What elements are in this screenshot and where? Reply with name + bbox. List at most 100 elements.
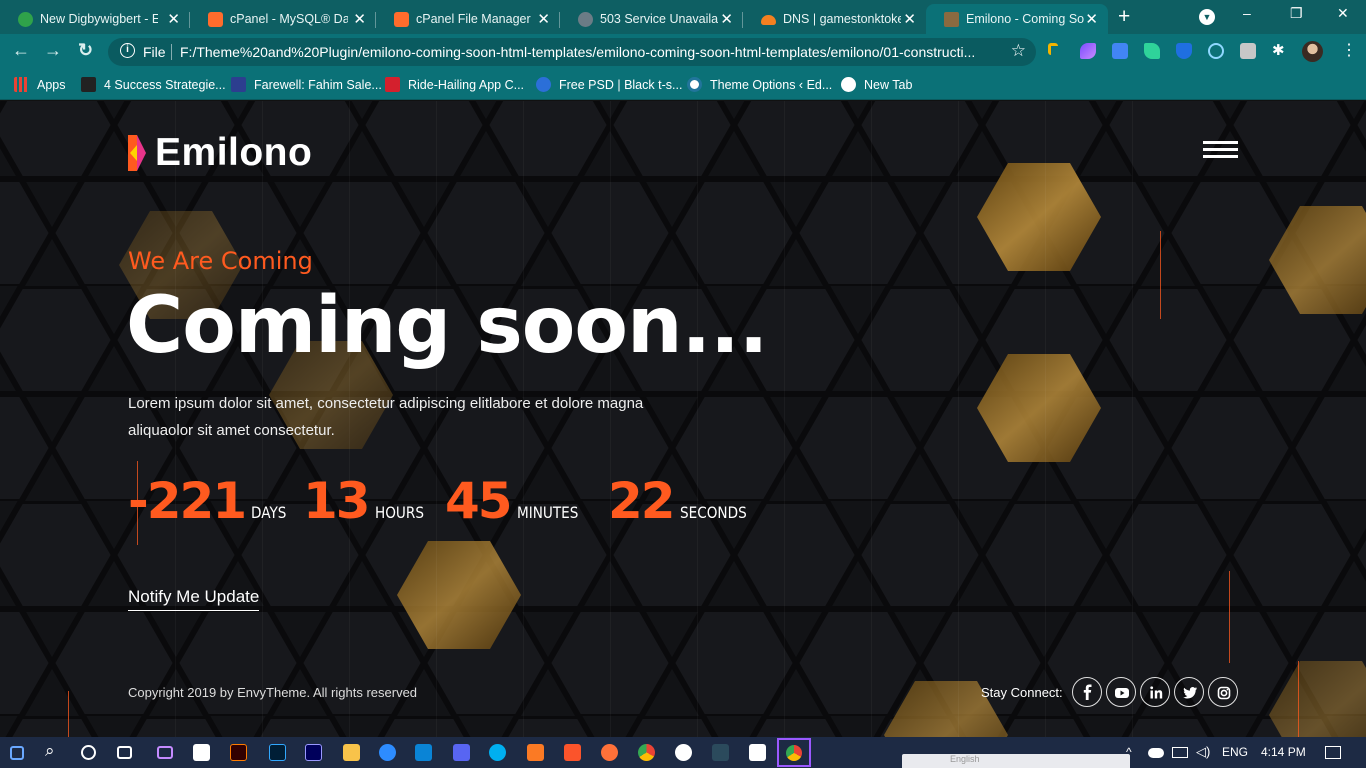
- bookmark-star-icon[interactable]: ☆: [1011, 41, 1026, 61]
- scheme-label: File: [143, 44, 166, 60]
- minimize-button[interactable]: –: [1243, 5, 1251, 21]
- close-window-button[interactable]: ✕: [1337, 5, 1349, 22]
- file-explorer-icon[interactable]: [343, 744, 360, 761]
- tab-503-service[interactable]: 503 Service Unavailable ✕: [560, 4, 743, 34]
- after-effects-icon[interactable]: [305, 744, 322, 761]
- language-indicator[interactable]: ENG: [1222, 745, 1248, 759]
- close-tab-icon[interactable]: ✕: [167, 10, 180, 28]
- obs-icon[interactable]: [675, 744, 692, 761]
- profile-avatar[interactable]: [1302, 41, 1323, 62]
- hamburger-bar: [1203, 148, 1238, 151]
- chrome-icon[interactable]: [638, 744, 655, 761]
- forward-button[interactable]: →: [44, 40, 62, 61]
- eyebrow-text: We Are Coming: [128, 247, 313, 275]
- cortana-icon[interactable]: [81, 745, 96, 760]
- google-translate-icon[interactable]: [1112, 43, 1128, 59]
- zoom-icon[interactable]: [379, 744, 396, 761]
- skype-icon[interactable]: [489, 744, 506, 761]
- tab-cpanel-mysql[interactable]: cPanel - MySQL® Data ✕: [190, 4, 376, 34]
- tab-digbywigbert[interactable]: New Digbywigbert - E ✕: [0, 4, 190, 34]
- bookmark-label: Apps: [37, 77, 66, 92]
- discord-icon[interactable]: [453, 744, 470, 761]
- bookmark-theme-options[interactable]: Theme Options ‹ Ed...: [687, 77, 832, 92]
- react-devtools-icon[interactable]: [1208, 43, 1224, 59]
- app-icon[interactable]: [712, 744, 729, 761]
- chrome-active-icon[interactable]: [777, 738, 811, 767]
- twitter-icon[interactable]: [1174, 677, 1204, 707]
- hamburger-bar: [1203, 141, 1238, 144]
- brave-icon[interactable]: [564, 744, 581, 761]
- extension-icon[interactable]: [1240, 43, 1256, 59]
- close-tab-icon[interactable]: ✕: [537, 10, 550, 28]
- photoshop-icon[interactable]: [269, 744, 286, 761]
- onedrive-icon[interactable]: [1148, 748, 1164, 758]
- firefox-icon[interactable]: [601, 744, 618, 761]
- profile-menu-icon[interactable]: ▼: [1199, 9, 1215, 25]
- glow-line: [1160, 231, 1161, 319]
- bookmarks-bar: Apps 4 Success Strategie... Farewell: Fa…: [0, 70, 1366, 100]
- tab-title: 503 Service Unavailable: [600, 12, 718, 26]
- bookmark-success-strategies[interactable]: 4 Success Strategie...: [81, 77, 226, 92]
- volume-icon[interactable]: ◁): [1196, 744, 1210, 760]
- bookmark-label: Theme Options ‹ Ed...: [710, 77, 833, 92]
- facebook-icon[interactable]: [1072, 677, 1102, 707]
- close-tab-icon[interactable]: ✕: [353, 10, 366, 28]
- bookmark-icon: [536, 77, 551, 92]
- extension-icon[interactable]: [1048, 43, 1058, 55]
- close-tab-icon[interactable]: ✕: [903, 10, 916, 28]
- clock[interactable]: 4:14 PM: [1261, 745, 1306, 759]
- extensions-puzzle-icon[interactable]: ✱: [1272, 41, 1288, 59]
- bookmark-icon: [81, 77, 96, 92]
- notify-me-link[interactable]: Notify Me Update: [128, 587, 260, 611]
- app-icon[interactable]: [749, 744, 766, 761]
- reload-button[interactable]: ↻: [78, 40, 93, 61]
- bookmark-farewell[interactable]: Farewell: Fahim Sale...: [231, 77, 382, 92]
- windows-start-icon[interactable]: [10, 746, 24, 760]
- ime-bar: English: [902, 754, 1130, 768]
- url-text[interactable]: F:/Theme%20and%20Plugin/emilono-coming-s…: [180, 44, 1002, 60]
- coming-soon-page: Emilono We Are Coming Coming soon... Lor…: [0, 101, 1366, 737]
- extension-icon[interactable]: [1144, 43, 1160, 59]
- close-tab-icon[interactable]: ✕: [1085, 10, 1098, 28]
- grid-line: [784, 101, 785, 737]
- cloudflare-icon: [761, 15, 776, 25]
- intro-paragraph: Lorem ipsum dolor sit amet, consectetur …: [128, 395, 644, 439]
- store-icon[interactable]: [193, 744, 210, 761]
- vscode-icon[interactable]: [415, 744, 432, 761]
- back-button[interactable]: ←: [12, 40, 30, 61]
- network-icon[interactable]: [1172, 747, 1188, 758]
- tab-cpanel-file-manager[interactable]: cPanel File Manager v3 ✕: [376, 4, 560, 34]
- cpanel-icon: [208, 12, 223, 27]
- task-view-icon[interactable]: [117, 746, 132, 759]
- shield-extension-icon[interactable]: [1176, 43, 1192, 59]
- screen-app-icon[interactable]: [157, 746, 173, 759]
- glow-line: [68, 691, 69, 737]
- close-tab-icon[interactable]: ✕: [720, 10, 733, 28]
- globe-icon: [841, 77, 856, 92]
- countdown-value: -221: [128, 472, 247, 530]
- bookmark-free-psd[interactable]: Free PSD | Black t-s...: [536, 77, 682, 92]
- extension-icon[interactable]: [1080, 43, 1096, 59]
- tab-dns[interactable]: DNS | gamestonktoken ✕: [743, 4, 926, 34]
- address-bar[interactable]: i File F:/Theme%20and%20Plugin/emilono-c…: [108, 38, 1036, 66]
- maximize-button[interactable]: ❐: [1290, 5, 1303, 22]
- bookmark-ride-hailing[interactable]: Ride-Hailing App C...: [385, 77, 524, 92]
- bookmark-icon: [231, 77, 246, 92]
- grid-line: [871, 101, 872, 737]
- illustrator-icon[interactable]: [230, 744, 247, 761]
- hamburger-menu-icon[interactable]: [1203, 141, 1238, 161]
- bookmark-new-tab[interactable]: New Tab: [841, 77, 912, 92]
- youtube-icon[interactable]: [1106, 677, 1136, 707]
- notifications-icon[interactable]: [1325, 746, 1341, 759]
- brand-logo[interactable]: Emilono: [128, 131, 312, 175]
- xampp-icon[interactable]: [527, 744, 544, 761]
- site-info-icon[interactable]: i: [120, 43, 135, 58]
- bookmark-apps[interactable]: Apps: [14, 77, 66, 92]
- bookmark-icon: [385, 77, 400, 92]
- search-icon[interactable]: ⌕: [45, 741, 62, 760]
- chrome-menu-icon[interactable]: ⋮: [1341, 40, 1357, 59]
- tab-emilono[interactable]: Emilono - Coming Soon ✕: [926, 4, 1108, 34]
- linkedin-icon[interactable]: [1140, 677, 1170, 707]
- instagram-icon[interactable]: [1208, 677, 1238, 707]
- new-tab-button[interactable]: +: [1118, 5, 1130, 29]
